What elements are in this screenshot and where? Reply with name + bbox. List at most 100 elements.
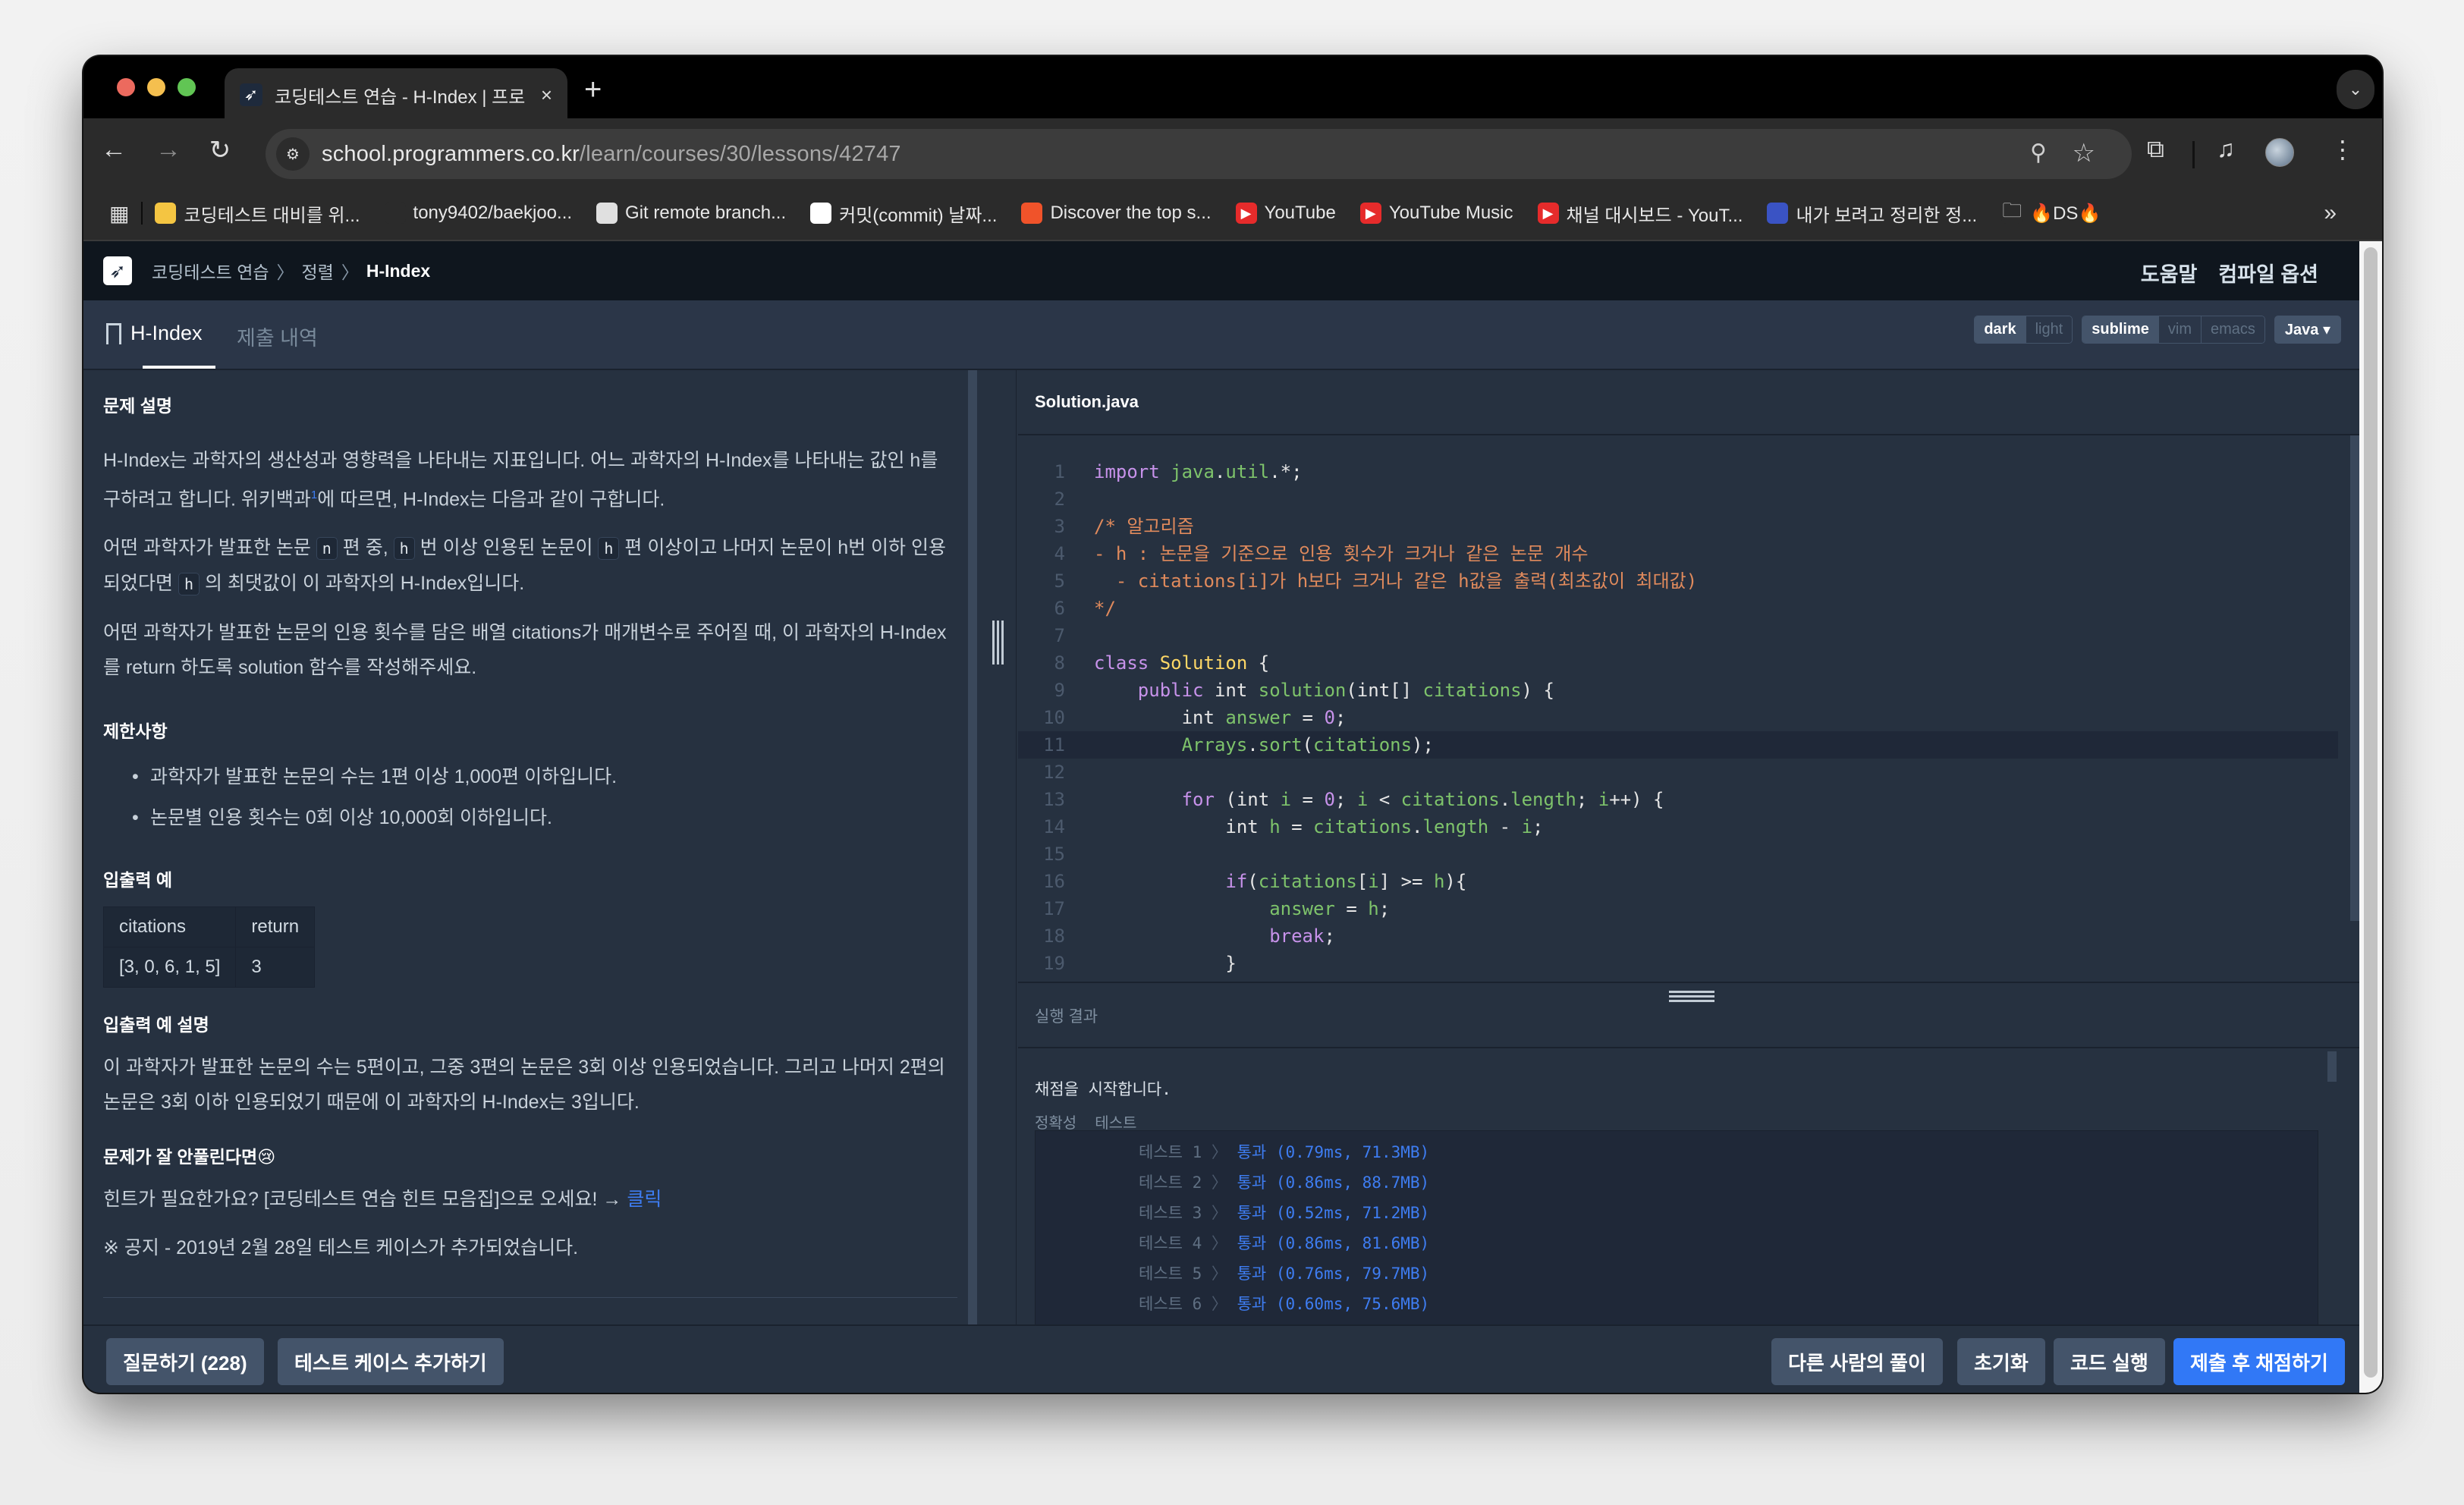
code-token: citations <box>1313 816 1413 837</box>
separator: , <box>1343 1174 1362 1192</box>
hint-link[interactable]: 클릭 <box>627 1189 662 1210</box>
new-tab-button[interactable]: + <box>584 73 602 107</box>
scrollbar-thumb[interactable] <box>2364 247 2378 1378</box>
bookmark-item[interactable]: 커밋(commit) 날짜... <box>810 200 997 227</box>
line-number: 10 <box>1043 707 1065 728</box>
tab-problem[interactable]: H-Index <box>106 322 203 345</box>
test-result-row: 테스트 1 〉 통과 (0.79ms, 71.3MB) <box>1036 1137 2318 1167</box>
panel-resize-handle[interactable] <box>977 370 1017 1324</box>
problem-scrollbar[interactable] <box>968 370 977 1324</box>
minimize-window-button[interactable] <box>147 78 165 96</box>
io-explain-title: 입출력 예 설명 <box>103 1015 209 1035</box>
code-line[interactable]: 12 <box>1018 759 2338 786</box>
bookmark-item[interactable]: ▶ 채널 대시보드 - YouT... <box>1537 200 1743 227</box>
ask-question-button[interactable]: 질문하기 (228) <box>106 1338 264 1385</box>
tab-submissions[interactable]: 제출 내역 <box>237 322 318 351</box>
grading-start-message: 채점을 시작합니다. <box>1035 1080 1171 1098</box>
code-line[interactable]: 1 import java.util.*; <box>1018 458 2338 485</box>
forward-arrow-icon[interactable]: → <box>152 135 185 165</box>
bookmark-item[interactable]: ▶ YouTube Music <box>1359 203 1513 224</box>
theme-dark-button[interactable]: dark <box>1975 316 2026 343</box>
url-text[interactable]: school.programmers.co.kr/learn/courses/3… <box>322 142 901 167</box>
code-line[interactable]: 8 class Solution { <box>1018 649 2338 677</box>
extensions-puzzle-icon[interactable]: ⧉ <box>2147 135 2164 164</box>
result-scrollbar[interactable] <box>2327 1051 2337 1082</box>
bookmark-item[interactable]: 코딩테스트 대비를 위... <box>155 200 360 227</box>
code-token: ); <box>1412 734 1434 756</box>
code-line[interactable]: 15 <box>1018 840 2338 868</box>
help-link[interactable]: 도움말 <box>2141 258 2198 287</box>
language-select[interactable]: Java ▾ <box>2274 316 2341 344</box>
apps-grid-icon[interactable]: ▦ <box>109 201 129 226</box>
code-token: break <box>1269 925 1325 947</box>
keymap-emacs-button[interactable]: emacs <box>2200 316 2264 343</box>
breadcrumb-item-sort[interactable]: 정렬 <box>302 258 334 284</box>
media-queue-icon[interactable]: ♫ <box>2217 135 2235 163</box>
code-line[interactable]: 3 /* 알고리즘 <box>1018 513 2338 540</box>
tab-search-chevron-icon[interactable]: ⌄ <box>2337 70 2374 109</box>
line-number: 6 <box>1054 598 1065 619</box>
code-token: */ <box>1094 598 1116 619</box>
code-line[interactable]: 4 - h : 논문을 기준으로 인용 횟수가 크거나 같은 논문 개수 <box>1018 540 2338 567</box>
code-scrollbar[interactable] <box>2350 435 2359 921</box>
bookmark-item[interactable]: ▶ YouTube <box>1235 203 1336 224</box>
footnote-link[interactable]: 1 <box>311 489 317 501</box>
site-info-icon[interactable]: ⚙ <box>276 137 310 171</box>
hint-section: 문제가 잘 안풀린다면😢 힌트가 필요한가요? [코딩테스트 연습 힌트 모음집… <box>103 1142 957 1265</box>
bookmark-star-icon[interactable]: ☆ <box>2073 138 2095 168</box>
bookmark-label: 내가 보려고 정리한 정... <box>1796 205 1978 226</box>
code-line[interactable]: 14 int h = citations.length - i; <box>1018 813 2338 840</box>
profile-avatar[interactable] <box>2265 138 2294 167</box>
code-line[interactable]: 16 if(citations[i] >= h){ <box>1018 868 2338 895</box>
reset-button[interactable]: 초기화 <box>1957 1338 2045 1385</box>
programmers-logo-icon[interactable]: ➶ <box>103 256 132 285</box>
code-line[interactable]: 7 <box>1018 622 2338 649</box>
run-code-button[interactable]: 코드 실행 <box>2054 1338 2165 1385</box>
keymap-sublime-button[interactable]: sublime <box>2082 316 2158 343</box>
reload-icon[interactable]: ↻ <box>203 135 237 165</box>
code-line[interactable]: 2 <box>1018 485 2338 513</box>
code-line[interactable]: 10 int answer = 0; <box>1018 704 2338 731</box>
keymap-vim-button[interactable]: vim <box>2158 316 2201 343</box>
code-line[interactable]: 19 } <box>1018 950 2338 977</box>
bookmarks-overflow-icon[interactable]: » <box>2324 200 2337 226</box>
close-window-button[interactable] <box>117 78 135 96</box>
compile-options-link[interactable]: 컴파일 옵션 <box>2218 258 2318 287</box>
result-headings: 정확성 테스트 <box>1035 1111 1136 1133</box>
back-arrow-icon[interactable]: ← <box>97 135 130 165</box>
code-line[interactable]: 11 Arrays.sort(citations); <box>1018 731 2338 759</box>
code-line[interactable]: 5 - citations[i]가 h보다 크거나 같은 h값을 출력(최초값이… <box>1018 567 2338 595</box>
code-token: length <box>1510 789 1576 810</box>
breadcrumb-item-coding-test[interactable]: 코딩테스트 연습 <box>152 258 269 284</box>
add-test-case-button[interactable]: 테스트 케이스 추가하기 <box>278 1338 504 1385</box>
submit-button[interactable]: 제출 후 채점하기 <box>2173 1338 2345 1385</box>
youtube-music-icon: ▶ <box>1359 203 1381 224</box>
browser-tab-active[interactable]: ➶ 코딩테스트 연습 - H-Index | 프로 × <box>225 68 567 121</box>
code-line[interactable]: 9 public int solution(int[] citations) { <box>1018 677 2338 704</box>
bookmark-item[interactable]: 내가 보려고 정리한 정... <box>1767 200 1977 227</box>
bookmark-item[interactable]: Git remote branch... <box>596 203 786 224</box>
code-editor[interactable]: 1 import java.util.*; 2 3/* 알고리즘 4- h : 논문을 … <box>1018 435 2338 982</box>
bookmark-item[interactable]: 🗀 🔥DS🔥 <box>2001 199 2101 225</box>
test-heading: 테스트 <box>1095 1115 1137 1132</box>
code-line[interactable]: 18 break; <box>1018 922 2338 950</box>
browser-scrollbar[interactable] <box>2359 241 2382 1393</box>
caret-down-icon: ▾ <box>2322 322 2330 338</box>
zoom-icon[interactable]: ⚲ <box>2030 140 2047 166</box>
content-divider <box>103 1297 957 1299</box>
line-number: 16 <box>1043 871 1065 892</box>
maximize-window-button[interactable] <box>178 78 196 96</box>
code-line[interactable]: 13 for (int i = 0; i < citations.length;… <box>1018 786 2338 813</box>
others-solutions-button[interactable]: 다른 사람의 풀이 <box>1771 1338 1943 1385</box>
address-bar[interactable]: ⚙ school.programmers.co.kr/learn/courses… <box>266 129 2132 179</box>
bookmark-item[interactable]: tony9402/baekjoo... <box>384 203 572 224</box>
code-line[interactable]: 6 */ <box>1018 595 2338 622</box>
theme-light-button[interactable]: light <box>2025 316 2073 343</box>
bookmark-item[interactable]: Discover the top s... <box>1021 203 1212 224</box>
line-number: 8 <box>1054 652 1065 674</box>
code-line[interactable]: 17 answer = h; <box>1018 895 2338 922</box>
result-resize-grip-icon[interactable] <box>1669 991 1714 1004</box>
tab-close-icon[interactable]: × <box>541 83 552 107</box>
file-tab[interactable]: Solution.java <box>1018 370 2359 435</box>
menu-kebab-icon[interactable]: ⋮ <box>2330 135 2355 164</box>
